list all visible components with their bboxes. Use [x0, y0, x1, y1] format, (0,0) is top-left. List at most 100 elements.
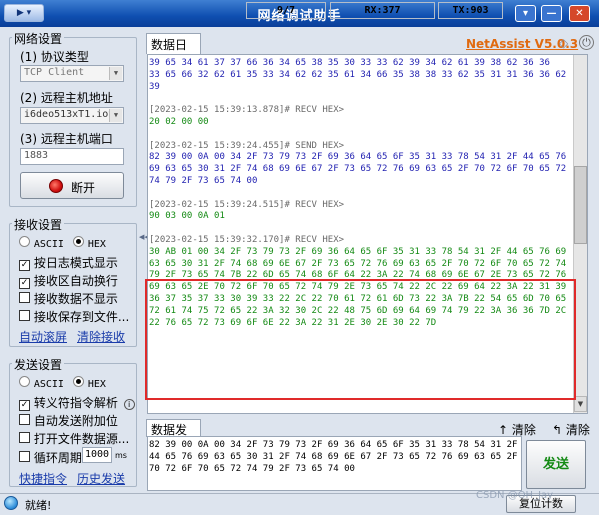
checkbox-checked-icon: ✓	[19, 400, 30, 411]
send-option-file-source[interactable]: 打开文件数据源...	[19, 430, 129, 447]
send-ascii-label: ASCII	[33, 379, 64, 390]
disconnect-button[interactable]: 断开	[20, 172, 124, 199]
checkbox-icon	[19, 432, 30, 443]
recv-ascii-radio[interactable]: ASCII	[19, 236, 64, 250]
send-button[interactable]: 发送	[526, 440, 586, 489]
remote-host-label: (2) 远程主机地址	[20, 91, 113, 105]
protocol-type-value: TCP Client	[24, 67, 85, 78]
minimize-button[interactable]: ▾	[515, 5, 536, 22]
recv-option-log-mode[interactable]: ✓ 按日志模式显示	[19, 254, 118, 271]
status-globe-icon	[4, 496, 18, 510]
log-line: 63 65 30 31 2F 74 68 69 6E 67 2F 73 65 7…	[149, 258, 567, 269]
radio-icon	[19, 376, 30, 387]
loop-period-unit: ms	[115, 451, 127, 460]
recv-option-label: 接收区自动换行	[33, 274, 118, 288]
send-option-escape-parse[interactable]: ✓ 转义符指令解析 i	[19, 394, 135, 411]
radio-selected-icon	[73, 376, 84, 387]
recv-option-auto-wrap[interactable]: ✓ 接收区自动换行	[19, 272, 118, 289]
log-line: 90 03 00 0A 01	[149, 211, 225, 222]
checkbox-icon	[19, 451, 30, 462]
send-option-label: 转义符指令解析	[33, 396, 118, 410]
send-option-label: 打开文件数据源...	[33, 432, 130, 446]
recv-option-label: 接收数据不显示	[33, 292, 118, 306]
send-hex-label: HEX	[87, 379, 106, 390]
chevron-down-icon: ▼	[109, 109, 122, 122]
arrow-turn-icon: ↰	[552, 423, 563, 437]
status-counter: 9/7	[246, 2, 326, 19]
recv-option-hide-data[interactable]: 接收数据不显示	[19, 290, 118, 307]
checkbox-icon	[19, 310, 30, 321]
recv-hex-radio[interactable]: HEX	[73, 236, 106, 250]
send-text: 82 39 00 0A 00 34 2F 73 79 73 2F 69 36 6…	[149, 440, 517, 475]
chevron-down-icon: ▼	[109, 67, 122, 80]
remote-host-value: i6deo513xT1.iot-	[24, 109, 121, 120]
clear-send-2-button[interactable]: ↰ 清除	[552, 421, 590, 438]
log-line: [2023-02-15 15:39:13.878]# RECV HEX>	[149, 105, 345, 116]
send-history-link[interactable]: 历史发送	[77, 470, 125, 487]
system-menu-button[interactable]: ▶ ▾	[4, 4, 44, 22]
checkbox-checked-icon: ✓	[19, 260, 30, 271]
checkbox-icon	[19, 414, 30, 425]
log-line: 39 65 34 61 37 37 66 36 34 65 38 35 30 3…	[149, 58, 550, 68]
send-line: 82 39 00 0A 00 34 2F 73 79 73 2F 69 36 6…	[149, 440, 518, 450]
send-option-loop-period[interactable]: 循环周期	[19, 449, 82, 466]
log-line: 30 AB 01 00 34 2F 73 79 73 2F 69 36 64 6…	[149, 246, 567, 257]
radio-icon	[19, 236, 30, 247]
loop-period-input[interactable]: 1000	[82, 447, 112, 463]
status-tx: TX:903	[438, 2, 503, 19]
log-line: 33 65 66 32 62 61 35 33 34 62 62 35 61 3…	[149, 69, 567, 80]
log-line: [2023-02-15 15:39:24.455]# SEND HEX>	[149, 140, 345, 151]
send-input-area[interactable]: 82 39 00 0A 00 34 2F 73 79 73 2F 69 36 6…	[147, 436, 522, 491]
highlight-box	[145, 279, 576, 400]
clear-receive-link[interactable]: 清除接收	[77, 328, 125, 345]
log-line: [2023-02-15 15:39:32.170]# RECV HEX>	[149, 234, 345, 245]
recv-option-label: 接收保存到文件...	[33, 310, 130, 324]
network-settings-title: 网络设置	[12, 30, 65, 47]
log-line: 69 63 65 30 31 2F 74 68 69 6E 67 2F 73 6…	[149, 164, 567, 175]
close-button[interactable]: ✕	[569, 5, 590, 22]
shortcut-commands-link[interactable]: 快捷指令	[19, 470, 67, 487]
log-line: 39	[149, 81, 160, 92]
remote-host-select[interactable]: i6deo513xT1.iot- ▼	[20, 107, 124, 124]
send-option-append-bits[interactable]: 自动发送附加位	[19, 412, 118, 429]
send-line: 44 65 76 69 63 65 30 31 2F 74 68 69 6E 6…	[149, 451, 518, 462]
auto-scroll-link[interactable]: 自动滚屏	[19, 328, 67, 345]
send-ascii-radio[interactable]: ASCII	[19, 376, 64, 390]
log-line: 20 02 00 00	[149, 116, 209, 127]
log-line: 74 79 2F 73 65 74 00	[149, 175, 258, 186]
info-icon[interactable]: i	[123, 399, 135, 410]
clear-send-2-label: 清除	[565, 423, 590, 437]
status-rx: RX:377	[330, 2, 435, 19]
send-hex-radio[interactable]: HEX	[73, 376, 106, 390]
recv-ascii-label: ASCII	[33, 239, 64, 250]
send-settings-title: 发送设置	[12, 356, 65, 373]
recv-option-save-file[interactable]: 接收保存到文件...	[19, 308, 129, 325]
remote-port-label: (3) 远程主机端口	[20, 132, 113, 146]
arrow-up-icon: ↑	[498, 423, 509, 437]
tab-data-send[interactable]: 数据发送	[146, 419, 201, 454]
checkbox-checked-icon: ✓	[19, 278, 30, 289]
maximize-button[interactable]: —	[541, 5, 562, 22]
diamond-icon[interactable]: ◇	[559, 36, 575, 50]
checkbox-icon	[19, 292, 30, 303]
status-ready: 就绪!	[25, 499, 52, 512]
splitter-left-arrow-icon[interactable]: ◀◀	[139, 232, 150, 254]
record-icon	[49, 179, 63, 193]
power-icon[interactable]: ⏻	[579, 35, 594, 50]
log-scrollbar-thumb[interactable]	[574, 166, 587, 244]
protocol-type-select[interactable]: TCP Client ▼	[20, 65, 124, 82]
watermark-text: CSDN @OH_Jay	[476, 490, 554, 501]
recv-option-label: 按日志模式显示	[33, 256, 118, 270]
recv-hex-label: HEX	[87, 239, 106, 250]
tab-data-log[interactable]: 数据日志	[146, 33, 201, 69]
receive-settings-title: 接收设置	[12, 216, 65, 233]
send-line: 70 72 6F 70 65 72 74 79 2F 73 65 74 00	[149, 463, 355, 474]
radio-selected-icon	[73, 236, 84, 247]
remote-port-input[interactable]: 1883	[20, 148, 124, 165]
protocol-type-label: (1) 协议类型	[20, 50, 89, 64]
send-option-label: 自动发送附加位	[33, 414, 118, 428]
